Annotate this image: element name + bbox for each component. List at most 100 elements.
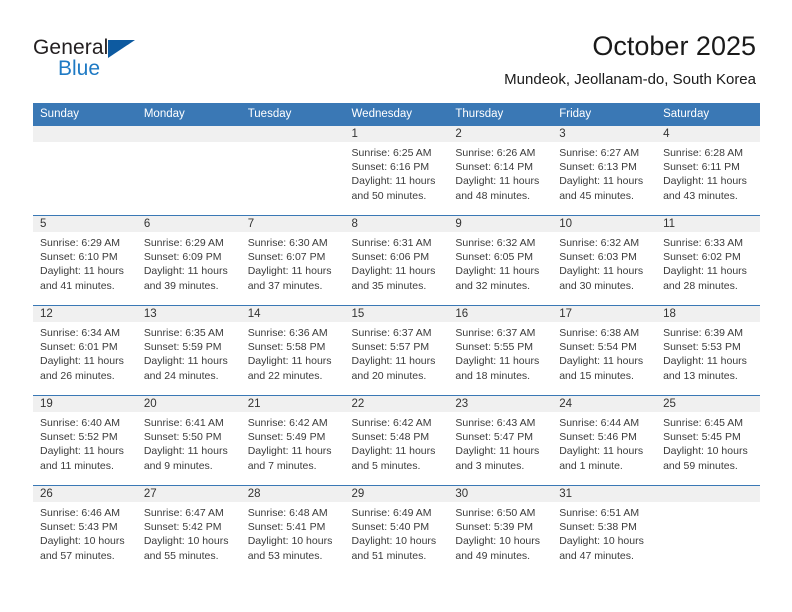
weekday-header-sunday: Sunday — [33, 103, 137, 126]
calendar-week-row: 5 Sunrise: 6:29 AM Sunset: 6:10 PM Daylight… — [33, 215, 760, 306]
calendar-day-cell[interactable]: 31 Sunrise: 6:51 AM Sunset: 5:38 PM Dayligh… — [552, 485, 657, 575]
sunset-text: Sunset: 5:59 PM — [143, 341, 222, 354]
sunset-text: Sunset: 6:06 PM — [351, 251, 430, 264]
day-details: Sunrise: 6:48 AM Sunset: 5:41 PM Daylight:… — [241, 502, 345, 563]
sunrise-text: Sunrise: 6:32 AM — [559, 237, 640, 249]
calendar-day-cell[interactable]: 16 Sunrise: 6:37 AM Sunset: 5:55 PM Dayligh… — [448, 305, 553, 396]
calendar-day-cell[interactable]: 6 Sunrise: 6:29 AM Sunset: 6:09 PM Daylight… — [136, 215, 241, 306]
calendar-day-cell[interactable]: 25 Sunrise: 6:45 AM Sunset: 5:45 PM Dayligh… — [656, 395, 760, 486]
daylight-text: Daylight: 10 hours and 53 minutes. — [247, 535, 333, 562]
calendar-day-cell[interactable]: 24 Sunrise: 6:44 AM Sunset: 5:46 PM Dayligh… — [552, 395, 657, 486]
calendar-day-cell[interactable]: 8 Sunrise: 6:31 AM Sunset: 6:06 PM Daylight… — [344, 215, 449, 306]
daylight-text: Daylight: 11 hours and 32 minutes. — [455, 265, 540, 292]
sunset-text: Sunset: 5:55 PM — [455, 341, 534, 354]
day-details: Sunrise: 6:39 AM Sunset: 5:53 PM Daylight:… — [656, 322, 760, 383]
weekday-header-friday: Friday — [552, 103, 657, 126]
sunset-text: Sunset: 5:40 PM — [351, 521, 430, 534]
day-number: 18 — [656, 306, 760, 322]
sunrise-text: Sunrise: 6:49 AM — [351, 507, 432, 519]
calendar-day-cell[interactable]: 4 Sunrise: 6:28 AM Sunset: 6:11 PM Daylight… — [656, 126, 760, 216]
sunrise-text: Sunrise: 6:25 AM — [351, 147, 432, 159]
calendar-day-cell[interactable]: 27 Sunrise: 6:47 AM Sunset: 5:42 PM Dayligh… — [136, 485, 241, 575]
calendar-day-cell[interactable]: 23 Sunrise: 6:43 AM Sunset: 5:47 PM Dayligh… — [448, 395, 553, 486]
sunset-text: Sunset: 5:54 PM — [559, 341, 637, 354]
day-details: Sunrise: 6:36 AM Sunset: 5:58 PM Daylight:… — [241, 322, 345, 383]
day-number — [240, 126, 345, 142]
sunrise-text: Sunrise: 6:29 AM — [143, 237, 224, 249]
day-number: 15 — [344, 306, 449, 322]
daylight-text: Daylight: 11 hours and 39 minutes. — [143, 265, 228, 292]
day-number: 2 — [448, 126, 553, 142]
calendar-day-cell[interactable]: 29 Sunrise: 6:49 AM Sunset: 5:40 PM Dayligh… — [344, 485, 449, 575]
day-number: 13 — [136, 306, 241, 322]
calendar-day-cell[interactable]: 5 Sunrise: 6:29 AM Sunset: 6:10 PM Daylight… — [33, 215, 137, 306]
calendar-day-cell[interactable]: 7 Sunrise: 6:30 AM Sunset: 6:07 PM Daylight… — [240, 215, 345, 306]
calendar-day-cell[interactable]: 17 Sunrise: 6:38 AM Sunset: 5:54 PM Dayligh… — [552, 305, 657, 396]
weekday-header-wednesday: Wednesday — [344, 103, 449, 126]
sunrise-text: Sunrise: 6:46 AM — [40, 507, 120, 519]
sunrise-text: Sunrise: 6:27 AM — [559, 147, 640, 159]
calendar-day-cell[interactable]: 9 Sunrise: 6:32 AM Sunset: 6:05 PM Daylight… — [448, 215, 553, 306]
daylight-text: Daylight: 11 hours and 7 minutes. — [247, 445, 332, 472]
sunset-text: Sunset: 5:48 PM — [351, 431, 430, 444]
day-number — [136, 126, 241, 142]
calendar-day-cell[interactable]: 21 Sunrise: 6:42 AM Sunset: 5:49 PM Dayligh… — [240, 395, 345, 486]
calendar-day-cell[interactable]: 15 Sunrise: 6:37 AM Sunset: 5:57 PM Dayligh… — [344, 305, 449, 396]
calendar-day-cell[interactable]: 1 Sunrise: 6:25 AM Sunset: 6:16 PM Daylight… — [344, 126, 449, 216]
day-number: 19 — [33, 396, 137, 412]
sunrise-text: Sunrise: 6:40 AM — [40, 417, 120, 429]
day-number: 10 — [552, 216, 657, 232]
day-details: Sunrise: 6:37 AM Sunset: 5:55 PM Daylight:… — [448, 322, 552, 383]
day-number: 24 — [552, 396, 657, 412]
calendar-day-cell[interactable]: 30 Sunrise: 6:50 AM Sunset: 5:39 PM Dayligh… — [448, 485, 553, 575]
calendar-day-cell[interactable]: 14 Sunrise: 6:36 AM Sunset: 5:58 PM Dayligh… — [240, 305, 345, 396]
sunrise-text: Sunrise: 6:36 AM — [247, 327, 328, 339]
day-number: 1 — [344, 126, 449, 142]
day-number: 26 — [33, 486, 137, 502]
sunset-text: Sunset: 5:58 PM — [247, 341, 326, 354]
sunrise-text: Sunrise: 6:34 AM — [40, 327, 120, 339]
daylight-text: Daylight: 11 hours and 11 minutes. — [40, 445, 124, 472]
calendar-day-cell[interactable]: 3 Sunrise: 6:27 AM Sunset: 6:13 PM Daylight… — [552, 126, 657, 216]
sunrise-text: Sunrise: 6:48 AM — [247, 507, 328, 519]
day-details: Sunrise: 6:27 AM Sunset: 6:13 PM Daylight:… — [552, 142, 656, 203]
sunset-text: Sunset: 6:09 PM — [143, 251, 222, 264]
day-details: Sunrise: 6:38 AM Sunset: 5:54 PM Daylight:… — [552, 322, 656, 383]
calendar-day-cell[interactable]: 28 Sunrise: 6:48 AM Sunset: 5:41 PM Dayligh… — [240, 485, 345, 575]
calendar-day-cell[interactable]: 13 Sunrise: 6:35 AM Sunset: 5:59 PM Dayligh… — [136, 305, 241, 396]
calendar-day-cell[interactable]: 26 Sunrise: 6:46 AM Sunset: 5:43 PM Dayligh… — [33, 485, 137, 575]
sunset-text: Sunset: 5:50 PM — [143, 431, 222, 444]
calendar-day-cell[interactable]: 12 Sunrise: 6:34 AM Sunset: 6:01 PM Dayligh… — [33, 305, 137, 396]
calendar-day-cell[interactable]: 11 Sunrise: 6:33 AM Sunset: 6:02 PM Dayligh… — [656, 215, 760, 306]
calendar-day-cell[interactable]: 19 Sunrise: 6:40 AM Sunset: 5:52 PM Dayligh… — [33, 395, 137, 486]
calendar-day-cell-empty — [240, 126, 345, 216]
sunrise-text: Sunrise: 6:51 AM — [559, 507, 640, 519]
day-details: Sunrise: 6:34 AM Sunset: 6:01 PM Daylight:… — [33, 322, 137, 383]
day-number: 9 — [448, 216, 553, 232]
calendar-day-cell[interactable]: 18 Sunrise: 6:39 AM Sunset: 5:53 PM Dayligh… — [656, 305, 760, 396]
sunrise-text: Sunrise: 6:47 AM — [143, 507, 224, 519]
daylight-text: Daylight: 11 hours and 5 minutes. — [351, 445, 436, 472]
day-number: 30 — [448, 486, 553, 502]
calendar-day-cell[interactable]: 2 Sunrise: 6:26 AM Sunset: 6:14 PM Daylight… — [448, 126, 553, 216]
sunrise-text: Sunrise: 6:43 AM — [455, 417, 536, 429]
calendar-day-cell[interactable]: 20 Sunrise: 6:41 AM Sunset: 5:50 PM Dayligh… — [136, 395, 241, 486]
weekday-header-monday: Monday — [136, 103, 241, 126]
day-number: 14 — [240, 306, 345, 322]
day-number: 21 — [240, 396, 345, 412]
calendar-body: 1 Sunrise: 6:25 AM Sunset: 6:16 PM Daylight… — [33, 126, 760, 575]
daylight-text: Daylight: 11 hours and 48 minutes. — [455, 175, 540, 202]
day-number: 6 — [136, 216, 241, 232]
sunrise-text: Sunrise: 6:38 AM — [559, 327, 640, 339]
day-details: Sunrise: 6:46 AM Sunset: 5:43 PM Daylight:… — [33, 502, 137, 563]
sunset-text: Sunset: 6:03 PM — [559, 251, 637, 264]
calendar-day-cell[interactable]: 22 Sunrise: 6:42 AM Sunset: 5:48 PM Dayligh… — [344, 395, 449, 486]
calendar-day-cell[interactable]: 10 Sunrise: 6:32 AM Sunset: 6:03 PM Dayligh… — [552, 215, 657, 306]
day-number: 11 — [656, 216, 760, 232]
brand-logo[interactable]: General Blue — [33, 36, 233, 86]
daylight-text: Daylight: 11 hours and 24 minutes. — [143, 355, 228, 382]
daylight-text: Daylight: 11 hours and 30 minutes. — [559, 265, 644, 292]
day-number: 20 — [136, 396, 241, 412]
daylight-text: Daylight: 11 hours and 45 minutes. — [559, 175, 644, 202]
daylight-text: Daylight: 11 hours and 35 minutes. — [351, 265, 436, 292]
